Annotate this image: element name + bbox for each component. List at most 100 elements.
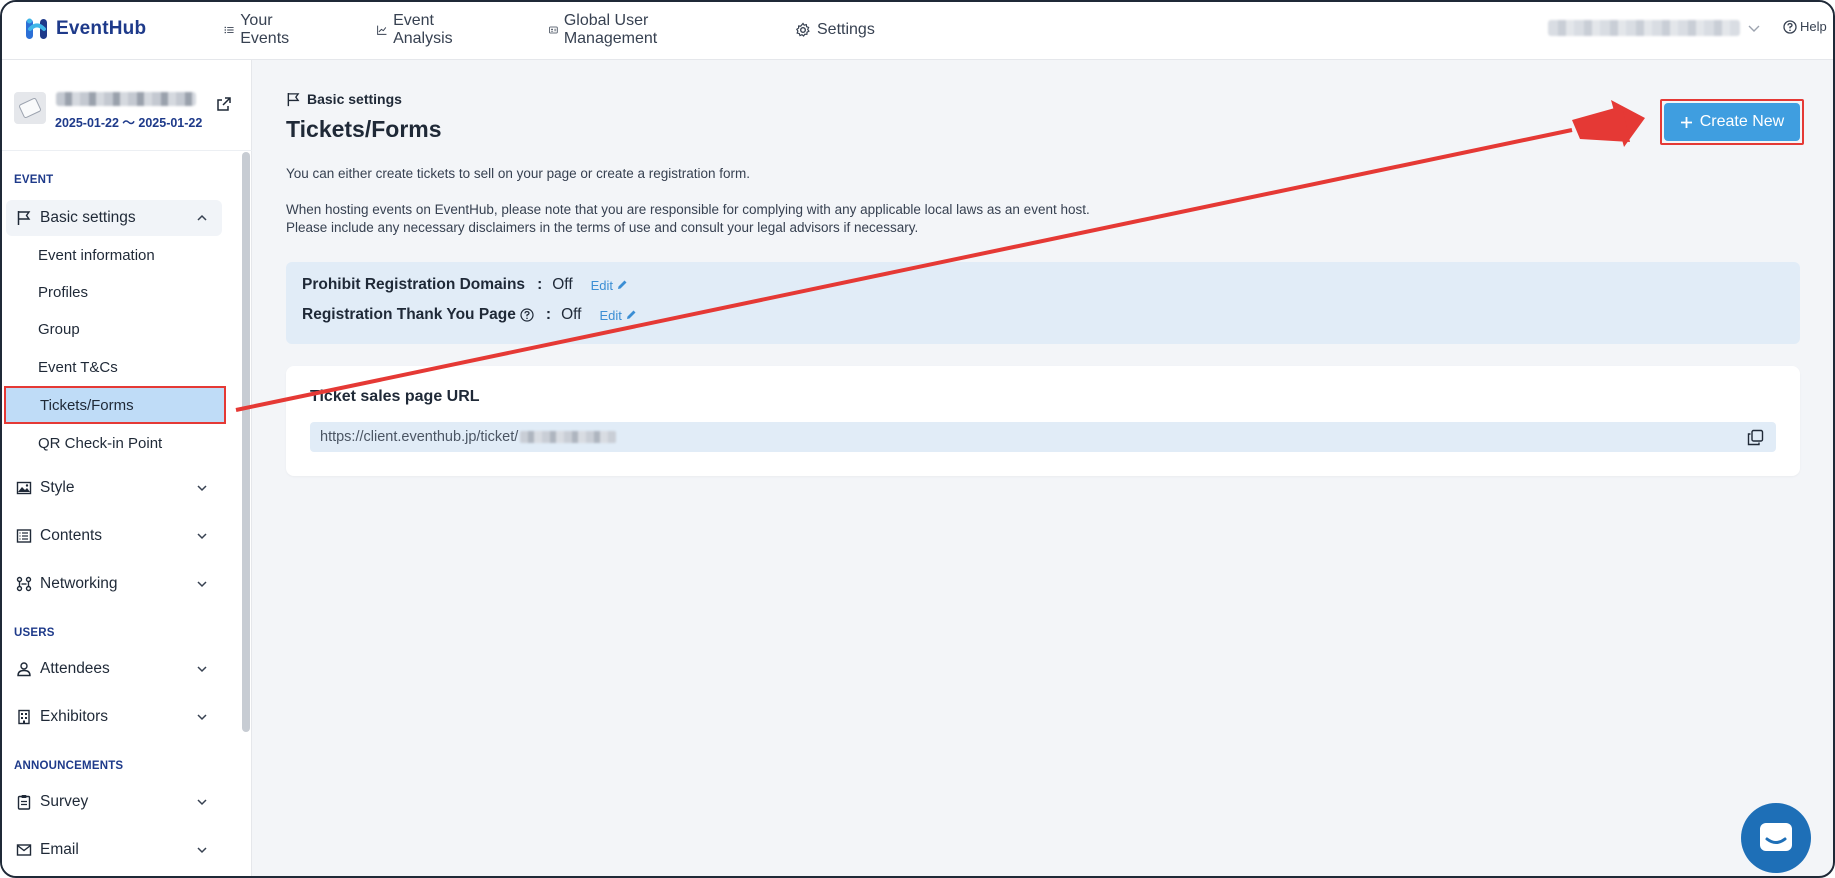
pencil-icon [626,310,636,319]
description-line: When hosting events on EventHub, please … [286,202,1090,217]
help-link[interactable]: Help [1783,19,1827,34]
eventhub-logo[interactable]: EventHub [24,14,146,44]
chevron-down-icon [197,714,207,721]
section-label-event: EVENT [14,174,54,186]
sidebar-group-attendees[interactable]: Attendees [6,651,222,687]
sidebar-item-tickets-forms[interactable]: Tickets/Forms [4,386,226,424]
ticket-url-field[interactable]: https://client.eventhub.jp/ticket/ [310,422,1776,452]
building-icon [18,709,30,725]
id-card-icon [549,26,558,34]
question-circle-icon[interactable] [520,308,534,322]
envelope-icon [16,844,32,856]
chevron-up-icon [197,214,207,221]
nav-settings[interactable]: Settings [795,17,875,43]
url-text: https://client.eventhub.jp/ticket/ [320,429,519,445]
sidebar-item-event-tcs[interactable]: Event T&Cs [6,350,222,384]
network-icon [16,576,32,592]
sidebar-group-label: Networking [40,575,118,592]
user-account-menu[interactable] [1548,20,1740,36]
flag-icon [17,211,31,225]
section-label-announcements: ANNOUNCEMENTS [14,760,124,772]
page-title: Tickets/Forms [286,116,442,142]
document-list-icon [16,529,32,543]
sidebar-group-style[interactable]: Style [6,470,222,506]
eventhub-logo-icon [26,18,47,39]
plus-icon [1680,116,1692,128]
chat-support-button[interactable] [1741,803,1811,873]
breadcrumb: Basic settings [286,91,402,107]
question-circle-icon [1783,19,1797,34]
chevron-down-icon [197,485,207,492]
top-navbar: EventHub Your Events Event Analysis Glob… [2,2,1833,60]
chevron-down-icon [197,533,207,540]
help-label: Help [1800,19,1827,34]
registration-settings-panel: Prohibit Registration Domains : Off Edit… [286,262,1800,344]
url-card-title: Ticket sales page URL [310,388,480,405]
setting-colon: : [545,306,552,323]
nav-label: Settings [817,21,875,38]
chevron-down-icon [197,581,207,588]
sidebar-group-label: Contents [40,527,103,544]
sidebar-item-profiles[interactable]: Profiles [6,275,222,309]
app-window: EventHub Your Events Event Analysis Glob… [0,0,1835,878]
list-icon [224,26,234,34]
nav-label: Global User Management [563,12,658,47]
nav-label: Your Events [240,12,290,47]
sidebar-group-label: Survey [40,793,89,810]
copy-icon[interactable] [1747,429,1764,446]
chevron-down-icon [197,666,207,673]
sidebar-group-label: Email [40,841,79,858]
event-thumbnail [14,92,46,124]
brand-name: EventHub [56,18,147,39]
gear-icon [795,22,810,37]
chat-icon [1760,823,1792,851]
nav-label: Event Analysis [393,12,453,47]
main-content: Basic settings Tickets/Forms Create New … [252,60,1833,876]
sidebar-group-networking[interactable]: Networking [6,566,222,602]
setting-label: Registration Thank You Page [302,306,516,323]
ticket-url-card: Ticket sales page URL https://client.eve… [286,366,1800,476]
user-icon [17,662,31,677]
chart-line-icon [377,25,387,35]
sidebar-group-label: Attendees [40,660,110,677]
setting-value: Off [561,306,582,323]
event-name [56,92,196,106]
event-card: 2025-01-22 〜 2025-01-22 [14,90,244,130]
sidebar-group-email[interactable]: Email [6,832,222,868]
sidebar-item-group[interactable]: Group [6,312,222,346]
sidebar: 2025-01-22 〜 2025-01-22 EVENT Basic sett… [2,60,252,876]
event-dates: 2025-01-22 〜 2025-01-22 [55,116,203,130]
edit-link[interactable]: Edit [599,308,636,323]
nav-your-events[interactable]: Your Events [224,12,295,47]
create-new-button[interactable]: Create New [1664,103,1800,141]
setting-value: Off [552,276,573,293]
setting-colon: : [537,276,543,293]
setting-label: Prohibit Registration Domains [302,276,526,293]
clipboard-icon [17,795,31,810]
nav-event-analysis[interactable]: Event Analysis [377,12,459,47]
image-icon [16,481,32,495]
nav-global-user-management[interactable]: Global User Management [549,12,664,47]
sidebar-group-contents[interactable]: Contents [6,518,222,554]
edit-label: Edit [599,307,622,323]
chevron-down-icon[interactable] [1747,21,1761,35]
sidebar-group-label: Basic settings [40,209,136,226]
breadcrumb-label: Basic settings [307,91,402,107]
sidebar-item-event-information[interactable]: Event information [6,238,222,272]
sidebar-group-exhibitors[interactable]: Exhibitors [6,699,222,735]
chevron-down-icon [197,799,207,806]
sidebar-group-basic-settings[interactable]: Basic settings [6,200,222,236]
chevron-down-icon [197,847,207,854]
external-link-icon[interactable] [216,96,232,112]
sidebar-item-qr-check-in-point[interactable]: QR Check-in Point [6,426,222,460]
edit-link[interactable]: Edit [591,278,628,293]
description-line: Please include any necessary disclaimers… [286,220,919,235]
edit-label: Edit [590,277,614,293]
sidebar-group-label: Style [40,479,75,496]
url-redacted [520,431,617,443]
pencil-icon [618,280,627,289]
sidebar-group-label: Exhibitors [40,708,109,725]
sidebar-scrollbar[interactable] [242,152,250,732]
setting-prohibit-registration-domains: Prohibit Registration Domains : Off Edit [302,276,628,294]
sidebar-group-survey[interactable]: Survey [6,784,222,820]
